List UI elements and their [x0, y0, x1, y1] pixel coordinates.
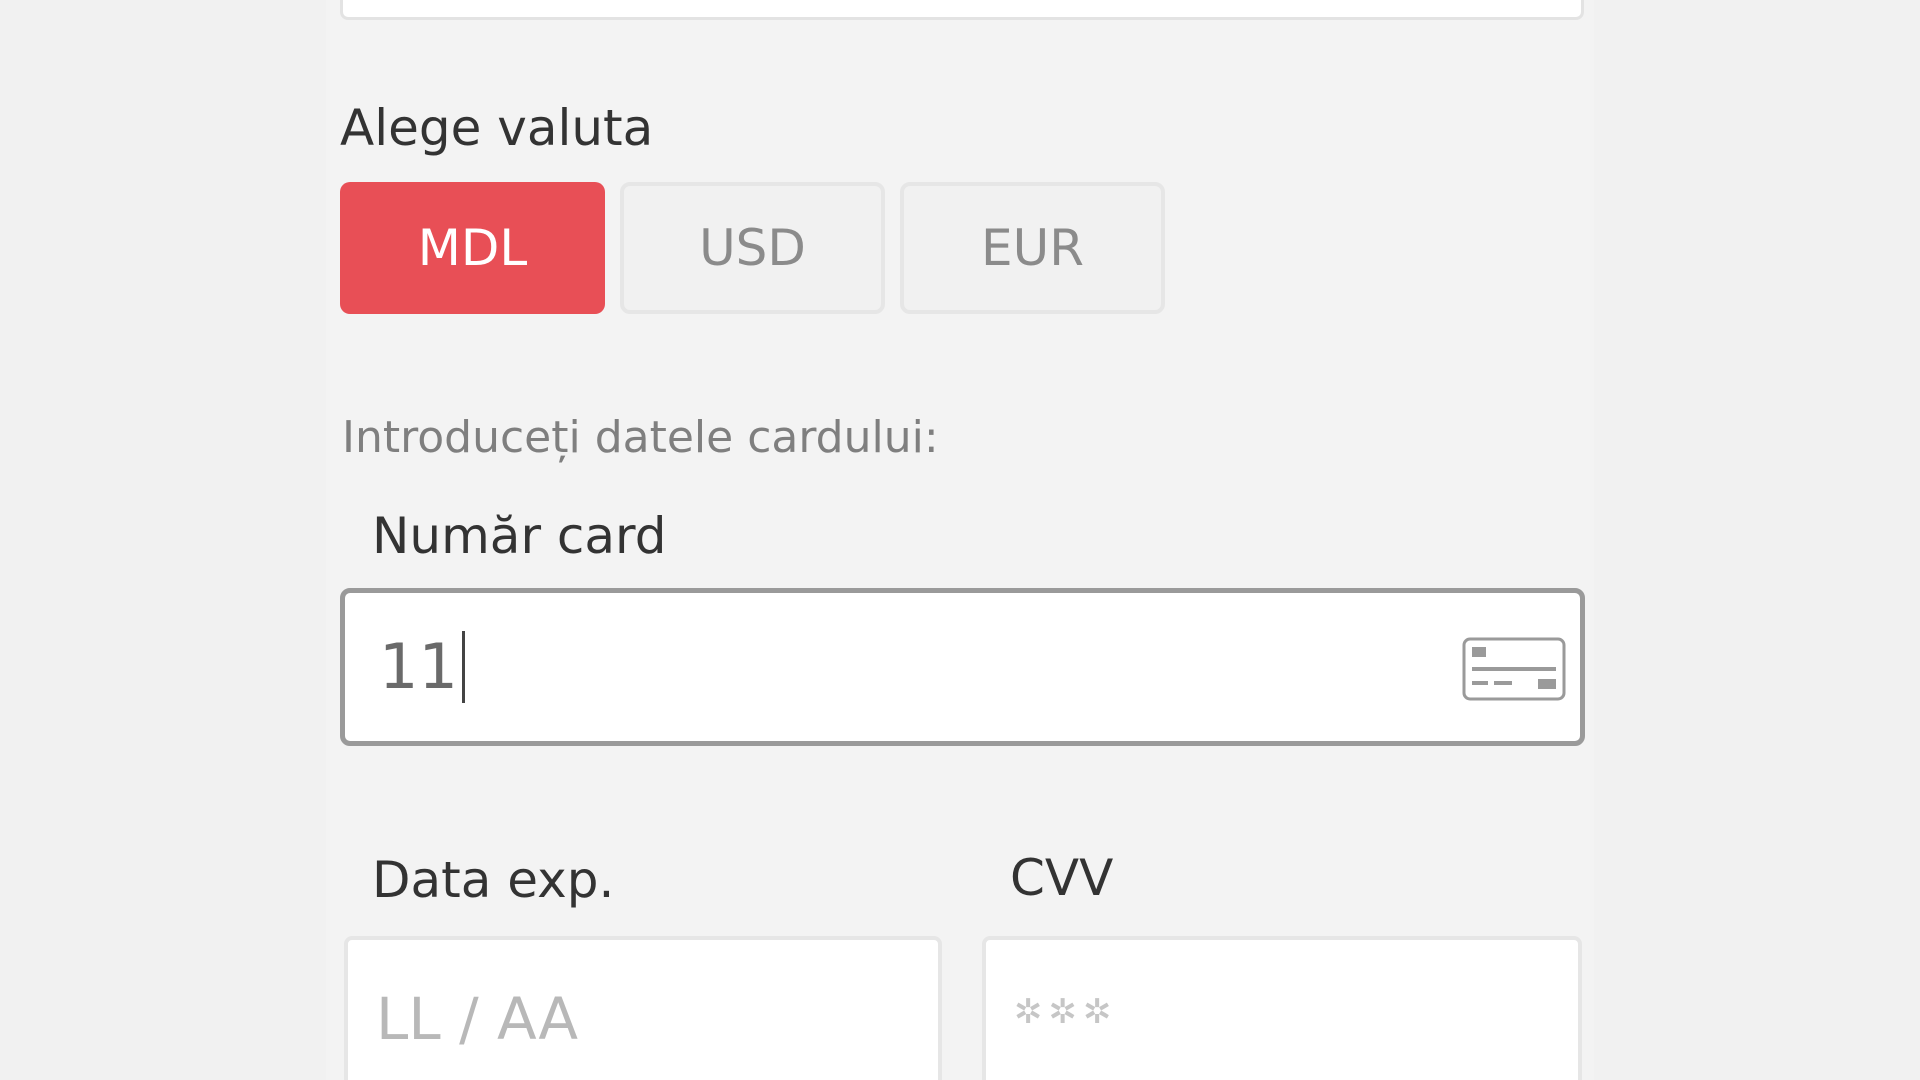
expiry-date-input[interactable]: LL / AA — [344, 936, 942, 1080]
card-number-label: Număr card — [372, 507, 667, 565]
card-number-input[interactable]: 11 — [340, 588, 1585, 746]
text-caret — [461, 631, 465, 703]
currency-button-eur[interactable]: EUR — [900, 182, 1165, 314]
card-number-value: 11 — [379, 631, 465, 703]
previous-input-field[interactable] — [340, 0, 1584, 20]
cvv-placeholder: ✲✲✲ — [1014, 992, 1118, 1032]
payment-form-page: Alege valuta MDL USD EUR Introduceți dat… — [0, 0, 1920, 1080]
card-details-hint: Introduceți datele cardului: — [342, 412, 939, 463]
expiry-date-placeholder: LL / AA — [376, 985, 579, 1053]
currency-section-title: Alege valuta — [340, 99, 654, 157]
currency-button-mdl[interactable]: MDL — [340, 182, 605, 314]
expiry-date-label: Data exp. — [372, 851, 615, 909]
cvv-input[interactable]: ✲✲✲ — [982, 936, 1582, 1080]
credit-card-icon — [1462, 637, 1566, 701]
currency-button-usd[interactable]: USD — [620, 182, 885, 314]
cvv-label: CVV — [1010, 849, 1114, 907]
card-number-text: 11 — [379, 630, 458, 703]
